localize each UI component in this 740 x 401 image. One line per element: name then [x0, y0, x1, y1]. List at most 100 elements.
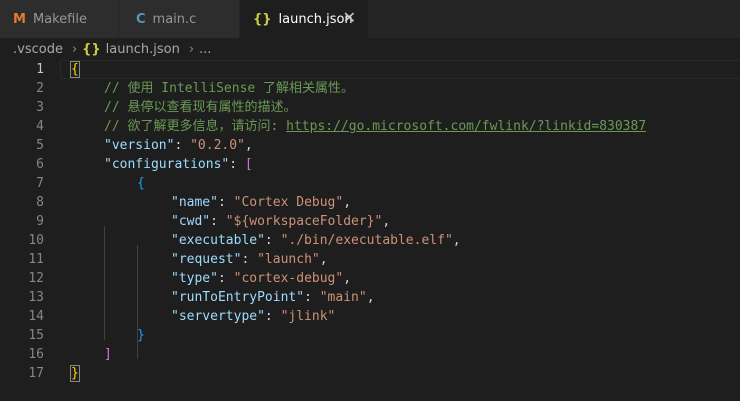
code-text: "runToEntryPoint": "main", [171, 288, 375, 307]
code-line: 1 { [0, 60, 740, 79]
line-number: 6 [36, 157, 44, 172]
code-line: 11 "request": "launch", [0, 250, 740, 269]
breadcrumb: .vscode › {} launch.json › ... [0, 38, 740, 60]
line-number: 1 [36, 62, 44, 77]
punctuation: , [452, 233, 461, 248]
line-number: 10 [28, 233, 44, 248]
comment: // 悬停以查看现有属性的描述。 [104, 100, 297, 115]
punctuation: : [217, 271, 234, 286]
bracket: } [137, 328, 145, 343]
punctuation: : [174, 138, 191, 153]
json-string: "jlink" [280, 309, 336, 324]
line-number: 2 [36, 81, 44, 96]
code-line: 5 "version": "0.2.0", [0, 136, 740, 155]
comment: // 使用 IntelliSense 了解相关属性。 [104, 81, 355, 96]
json-string: "cortex-debug" [233, 271, 344, 286]
close-icon[interactable]: ✕ [343, 10, 356, 26]
current-line-highlight [60, 60, 740, 79]
code-text: "name": "Cortex Debug", [171, 193, 351, 212]
json-file-icon: {} [253, 11, 272, 27]
code-line: 8 "name": "Cortex Debug", [0, 193, 740, 212]
chevron-right-icon: › [71, 41, 78, 57]
code-text: // 使用 IntelliSense 了解相关属性。 [104, 79, 354, 98]
punctuation: , [343, 195, 352, 210]
line-number: 17 [28, 366, 44, 381]
json-key: "servertype" [171, 309, 265, 324]
code-text: "servertype": "jlink" [171, 307, 335, 326]
json-string: "0.2.0" [190, 138, 245, 153]
bracket: { [70, 61, 80, 78]
json-key: "name" [171, 195, 218, 210]
tab-main-c[interactable]: C main.c [119, 0, 240, 38]
breadcrumb-symbol[interactable]: ... [199, 42, 211, 57]
code-line: 9 "cwd": "${workspaceFolder}", [0, 212, 740, 231]
line-number: 4 [36, 119, 44, 134]
json-string: "launch" [257, 252, 320, 267]
line-number: 11 [28, 252, 44, 267]
punctuation: , [382, 214, 391, 229]
code-line: 15 } [0, 326, 740, 345]
json-key: "configurations" [104, 157, 230, 172]
json-string: "${workspaceFolder}" [225, 214, 383, 229]
code-text: ] [104, 345, 112, 364]
line-number: 8 [36, 195, 44, 210]
code-text: { [137, 174, 145, 193]
line-number: 9 [36, 214, 44, 229]
code-text: "request": "launch", [171, 250, 328, 269]
punctuation: : [217, 195, 234, 210]
code-text: "configurations": [ [104, 155, 253, 174]
chevron-right-icon: › [188, 41, 195, 57]
punctuation: : [304, 290, 320, 305]
json-file-icon: {} [82, 41, 101, 57]
bracket: [ [244, 157, 253, 172]
code-line: 3 // 悬停以查看现有属性的描述。 [0, 98, 740, 117]
c-file-icon: C [136, 11, 146, 27]
tab-makefile[interactable]: M Makefile [0, 0, 119, 38]
line-number: 15 [28, 328, 44, 343]
code-text: "cwd": "${workspaceFolder}", [171, 212, 390, 231]
code-line: 10 "executable": "./bin/executable.elf", [0, 231, 740, 250]
code-line: 14 "servertype": "jlink" [0, 307, 740, 326]
code-text: "version": "0.2.0", [104, 136, 253, 155]
punctuation: : [210, 214, 226, 229]
json-key: "cwd" [171, 214, 211, 229]
breadcrumb-file[interactable]: launch.json [106, 42, 180, 57]
line-number: 16 [28, 347, 44, 362]
tab-label: launch.json [278, 11, 353, 27]
bracket: } [70, 365, 80, 382]
code-line: 13 "runToEntryPoint": "main", [0, 288, 740, 307]
code-editor[interactable]: 1 { 2 // 使用 IntelliSense 了解相关属性。 3 // 悬停… [0, 60, 740, 401]
line-number: 12 [28, 271, 44, 286]
tab-label: Makefile [32, 11, 87, 27]
code-line: 17 } [0, 364, 740, 383]
punctuation: , [343, 271, 352, 286]
punctuation: : [241, 252, 258, 267]
line-number: 14 [28, 309, 44, 324]
json-key: "executable" [171, 233, 265, 248]
line-number: 7 [36, 176, 44, 191]
punctuation: : [264, 309, 281, 324]
bracket: { [137, 176, 145, 191]
tab-bar: M Makefile C main.c {} launch.json ✕ [0, 0, 740, 38]
breadcrumb-folder[interactable]: .vscode [13, 42, 63, 57]
code-line: 4 // 欲了解更多信息，请访问: https://go.microsoft.c… [0, 117, 740, 136]
code-text: "type": "cortex-debug", [171, 269, 351, 288]
comment-link[interactable]: https://go.microsoft.com/fwlink/?linkid=… [286, 119, 646, 134]
line-number: 3 [36, 100, 44, 115]
tab-label: main.c [152, 11, 197, 27]
code-line: 2 // 使用 IntelliSense 了解相关属性。 [0, 79, 740, 98]
makefile-icon: M [13, 11, 26, 27]
punctuation: , [319, 252, 328, 267]
code-text: } [70, 364, 80, 383]
line-number: 5 [36, 138, 44, 153]
code-text: // 欲了解更多信息，请访问: https://go.microsoft.com… [104, 117, 646, 136]
json-string: "main" [319, 290, 367, 305]
code-line: 7 { [0, 174, 740, 193]
json-key: "request" [171, 252, 242, 267]
json-string: "Cortex Debug" [233, 195, 344, 210]
tab-launch-json[interactable]: {} launch.json ✕ [240, 0, 368, 38]
punctuation: : [229, 157, 245, 172]
code-text: // 悬停以查看现有属性的描述。 [104, 98, 296, 117]
code-line: 6 "configurations": [ [0, 155, 740, 174]
punctuation: , [366, 290, 375, 305]
